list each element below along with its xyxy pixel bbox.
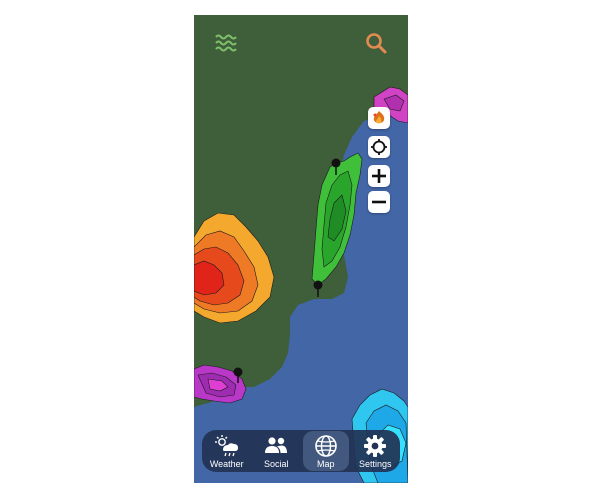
zoom-out-icon (372, 200, 386, 204)
zoom-in-icon (372, 169, 386, 183)
tab-settings[interactable]: Settings (352, 431, 398, 471)
map-view[interactable] (194, 15, 408, 483)
people-icon (265, 436, 288, 453)
layer-button[interactable] (368, 107, 390, 129)
tab-weather-label: Weather (209, 458, 244, 469)
weather-icon (214, 434, 238, 456)
tab-bar: Weather Social Map Settings (202, 430, 400, 472)
waves-menu-icon[interactable] (214, 31, 238, 55)
tab-map[interactable]: Map (302, 431, 349, 471)
tab-social-label: Social (263, 458, 289, 469)
locate-icon (371, 139, 387, 155)
wildfire-layer-icon (373, 111, 385, 124)
globe-icon (314, 434, 337, 457)
tab-map-label: Map (316, 458, 335, 469)
phone-screen: Weather Social Map Settings (194, 15, 408, 483)
zoom-out-button[interactable] (368, 191, 390, 213)
tab-settings-label: Settings (358, 458, 392, 469)
search-icon[interactable] (364, 31, 388, 55)
tab-weather[interactable]: Weather (204, 431, 250, 471)
tab-social[interactable]: Social (253, 431, 299, 471)
locate-button[interactable] (368, 136, 390, 158)
zoom-in-button[interactable] (368, 165, 390, 187)
gear-icon (364, 434, 387, 457)
